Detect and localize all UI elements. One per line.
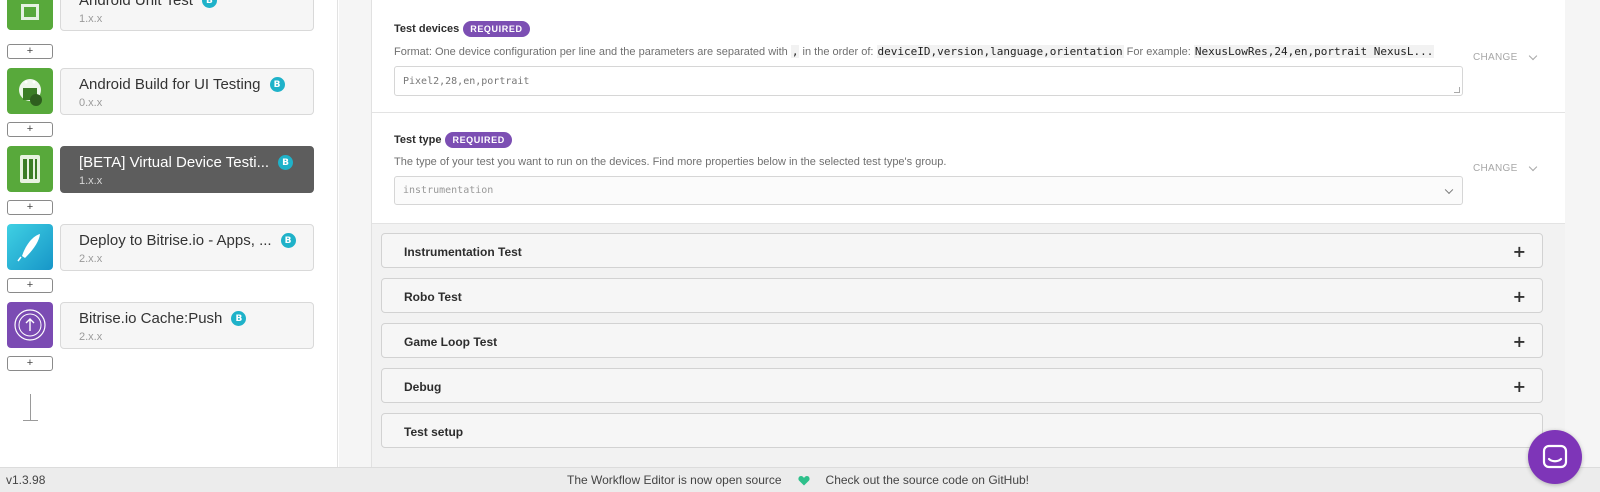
footer-bar: v1.3.98 The Workflow Editor is now open …	[0, 467, 1600, 492]
chevron-down-icon	[1528, 51, 1537, 61]
step-card[interactable]: Deploy to Bitrise.io - Apps, ... B 2.x.x	[60, 224, 314, 271]
add-step-button[interactable]: +	[7, 44, 53, 59]
app-version: v1.3.98	[6, 473, 46, 487]
expand-plus-icon[interactable]: +	[1513, 332, 1526, 351]
add-step-button[interactable]: +	[7, 356, 53, 371]
test-devices-textarea[interactable]: Pixel2,28,en,portrait	[394, 66, 1463, 96]
group-debug[interactable]: Debug +	[381, 368, 1543, 403]
chevron-down-icon	[1444, 185, 1454, 194]
resize-grip-icon[interactable]	[1454, 87, 1460, 93]
bitrise-verified-badge: B	[280, 233, 296, 248]
open-source-message: The Workflow Editor is now open source C…	[567, 473, 1029, 487]
github-source-link[interactable]: Check out the source code on GitHub!	[826, 473, 1029, 487]
step-version: 0.x.x	[79, 97, 103, 109]
add-step-button[interactable]: +	[7, 278, 53, 293]
workflow-end-line	[30, 394, 31, 420]
step-card[interactable]: Android Unit Test B 1.x.x	[60, 0, 314, 31]
cache-push-icon	[7, 302, 53, 348]
desc-code-example: NexusLowRes,24,en,portrait NexusL...	[1193, 45, 1435, 58]
test-type-select[interactable]: instrumentation	[394, 176, 1463, 205]
group-test-setup[interactable]: Test setup	[381, 413, 1543, 448]
workflow-steps-panel: Android Unit Test B 1.x.x + Android Build…	[0, 0, 338, 467]
workflow-step[interactable]: Android Unit Test B 1.x.x	[0, 0, 337, 31]
step-version: 1.x.x	[79, 175, 103, 187]
android-build-icon	[7, 68, 53, 114]
chat-icon	[1542, 444, 1568, 469]
workflow-step[interactable]: Bitrise.io Cache:Push B 2.x.x	[0, 300, 337, 349]
required-badge: REQUIRED	[463, 21, 530, 37]
step-title: Bitrise.io Cache:Push	[79, 310, 223, 327]
step-inputs-container: Test devices REQUIRED Format: One device…	[371, 0, 1565, 467]
step-title: Android Build for UI Testing	[79, 76, 261, 93]
expand-plus-icon[interactable]: +	[1513, 287, 1526, 306]
workflow-step-selected[interactable]: [BETA] Virtual Device Testi... B 1.x.x	[0, 144, 337, 193]
select-value: instrumentation	[403, 185, 494, 196]
step-version: 2.x.x	[79, 253, 103, 265]
rocket-icon	[7, 224, 53, 270]
test-type-description: The type of your test you want to run on…	[394, 156, 947, 168]
chat-launcher-button[interactable]	[1528, 430, 1582, 484]
step-title: [BETA] Virtual Device Testi...	[79, 154, 270, 171]
input-groups: Instrumentation Test + Robo Test + Game …	[372, 224, 1565, 467]
step-detail-panel: Test devices REQUIRED Format: One device…	[339, 0, 1600, 467]
textarea-value: Pixel2,28,en,portrait	[403, 75, 530, 87]
bitrise-verified-badge: B	[231, 311, 247, 326]
desc-code-separator: ,	[790, 45, 800, 58]
field-label-text: Test type	[394, 134, 442, 146]
desc-text: For example:	[1126, 46, 1191, 58]
step-card[interactable]: [BETA] Virtual Device Testi... B 1.x.x	[60, 146, 314, 193]
open-source-text: The Workflow Editor is now open source	[567, 473, 782, 487]
group-game-loop-test[interactable]: Game Loop Test +	[381, 323, 1543, 358]
group-robo-test[interactable]: Robo Test +	[381, 278, 1543, 313]
group-title: Robo Test	[404, 290, 462, 304]
group-instrumentation-test[interactable]: Instrumentation Test +	[381, 233, 1543, 268]
group-title: Game Loop Test	[404, 335, 498, 349]
desc-text: in the order of:	[802, 46, 874, 58]
field-label-text: Test devices	[394, 23, 460, 35]
group-title: Test setup	[404, 425, 464, 439]
test-type-label: Test type REQUIRED	[394, 132, 512, 148]
required-badge: REQUIRED	[445, 132, 512, 148]
virtual-device-icon	[7, 146, 53, 192]
expand-plus-icon[interactable]: +	[1513, 242, 1526, 261]
workflow-step[interactable]: Deploy to Bitrise.io - Apps, ... B 2.x.x	[0, 222, 337, 271]
test-devices-change-button[interactable]: CHANGE	[1473, 51, 1537, 63]
test-devices-input-block: Test devices REQUIRED Format: One device…	[372, 0, 1565, 113]
bitrise-verified-badge: B	[201, 0, 217, 8]
group-title: Instrumentation Test	[404, 245, 522, 259]
change-label: CHANGE	[1473, 163, 1518, 174]
add-step-button[interactable]: +	[7, 200, 53, 215]
group-title: Debug	[404, 380, 442, 394]
chevron-down-icon	[1528, 162, 1537, 172]
android-test-icon	[7, 0, 53, 30]
test-devices-label: Test devices REQUIRED	[394, 21, 530, 37]
step-version: 2.x.x	[79, 331, 103, 343]
step-card[interactable]: Android Build for UI Testing B 0.x.x	[60, 68, 314, 115]
add-step-button[interactable]: +	[7, 122, 53, 137]
test-devices-description: Format: One device configuration per lin…	[394, 45, 1466, 58]
change-label: CHANGE	[1473, 52, 1518, 63]
desc-text: Format: One device configuration per lin…	[394, 46, 788, 58]
heart-icon	[797, 475, 810, 485]
test-type-change-button[interactable]: CHANGE	[1473, 162, 1537, 174]
workflow-end-cap	[23, 420, 38, 421]
workflow-step[interactable]: Android Build for UI Testing B 0.x.x	[0, 66, 337, 115]
step-title: Deploy to Bitrise.io - Apps, ...	[79, 232, 272, 249]
step-version: 1.x.x	[79, 13, 103, 25]
expand-plus-icon[interactable]: +	[1513, 377, 1526, 396]
bitrise-verified-badge: B	[278, 155, 294, 170]
step-card[interactable]: Bitrise.io Cache:Push B 2.x.x	[60, 302, 314, 349]
step-title: Android Unit Test	[79, 0, 193, 9]
test-type-input-block: Test type REQUIRED The type of your test…	[372, 113, 1565, 224]
desc-code-format: deviceID,version,language,orientation	[876, 45, 1124, 58]
bitrise-verified-badge: B	[269, 77, 285, 92]
